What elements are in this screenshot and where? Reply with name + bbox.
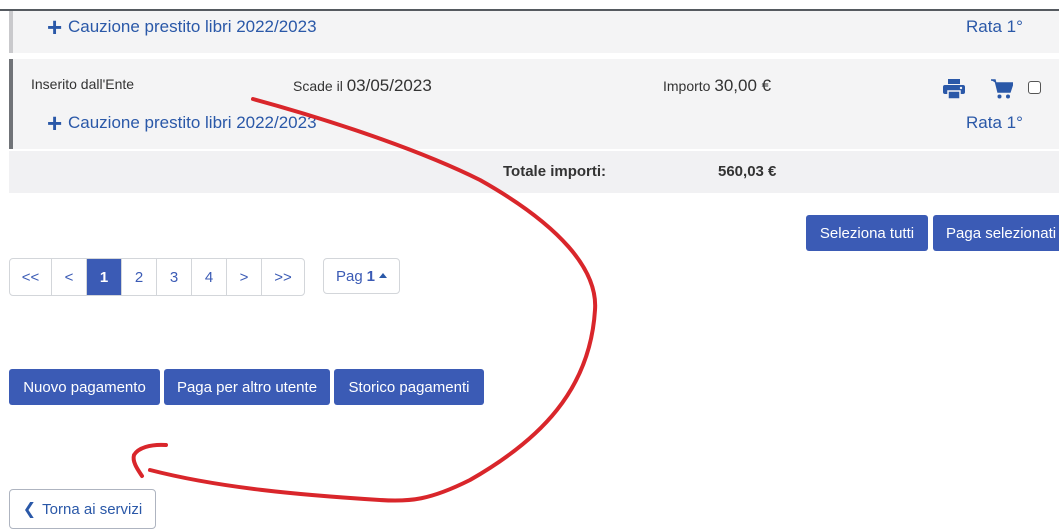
payment-row: + Cauzione prestito libri 2022/2023 Rata… — [9, 11, 1059, 53]
page-4-button[interactable]: 4 — [192, 259, 227, 295]
back-to-services-label: Torna ai servizi — [42, 500, 143, 518]
plus-icon[interactable]: + — [47, 110, 62, 136]
service-link[interactable]: Cauzione prestito libri 2022/2023 — [68, 113, 317, 133]
totals-row: Totale importi: 560,03 € — [9, 151, 1059, 193]
printer-icon[interactable] — [943, 79, 965, 99]
plus-icon[interactable]: + — [47, 14, 62, 40]
payment-history-button[interactable]: Storico pagamenti — [334, 369, 484, 405]
pay-other-user-button[interactable]: Paga per altro utente — [164, 369, 330, 405]
chevron-left-icon: ❮ — [22, 501, 37, 518]
due-date: 03/05/2023 — [346, 76, 432, 95]
page-1-button[interactable]: 1 — [87, 259, 122, 295]
back-to-services-button[interactable]: ❮ Torna ai servizi — [9, 489, 156, 529]
amount-value: 30,00 € — [714, 76, 772, 95]
totals-label: Totale importi: — [503, 163, 607, 180]
service-link[interactable]: Cauzione prestito libri 2022/2023 — [68, 17, 317, 37]
page-selector-current: 1 — [366, 267, 376, 285]
page-selector-label: Pag — [335, 267, 363, 285]
totals-value: 560,03 € — [718, 163, 777, 180]
page-2-button[interactable]: 2 — [122, 259, 157, 295]
page-3-button[interactable]: 3 — [157, 259, 192, 295]
payment-row: Inserito dall'Ente Scade il 03/05/2023 I… — [9, 59, 1059, 149]
first-page-button[interactable]: << — [10, 259, 52, 295]
new-payment-button[interactable]: Nuovo pagamento — [9, 369, 160, 405]
pay-selected-button[interactable]: Paga selezionati — [933, 215, 1059, 251]
row-checkbox[interactable] — [1028, 81, 1041, 94]
installment-label: Rata 1° — [966, 17, 1023, 36]
inserted-by-label: Inserito dall'Ente — [31, 76, 135, 92]
page-selector[interactable]: Pag 1 — [323, 258, 400, 294]
cart-icon[interactable] — [991, 79, 1013, 99]
next-page-button[interactable]: > — [227, 259, 262, 295]
due-label: Scade il 03/05/2023 — [293, 76, 432, 95]
last-page-button[interactable]: >> — [262, 259, 304, 295]
amount-label: Importo 30,00 € — [663, 76, 772, 95]
pagination: << < 1 2 3 4 > >> — [9, 258, 305, 296]
caret-up-icon — [379, 272, 388, 278]
installment-label: Rata 1° — [966, 113, 1023, 132]
prev-page-button[interactable]: < — [52, 259, 87, 295]
select-all-button[interactable]: Seleziona tutti — [806, 215, 928, 251]
